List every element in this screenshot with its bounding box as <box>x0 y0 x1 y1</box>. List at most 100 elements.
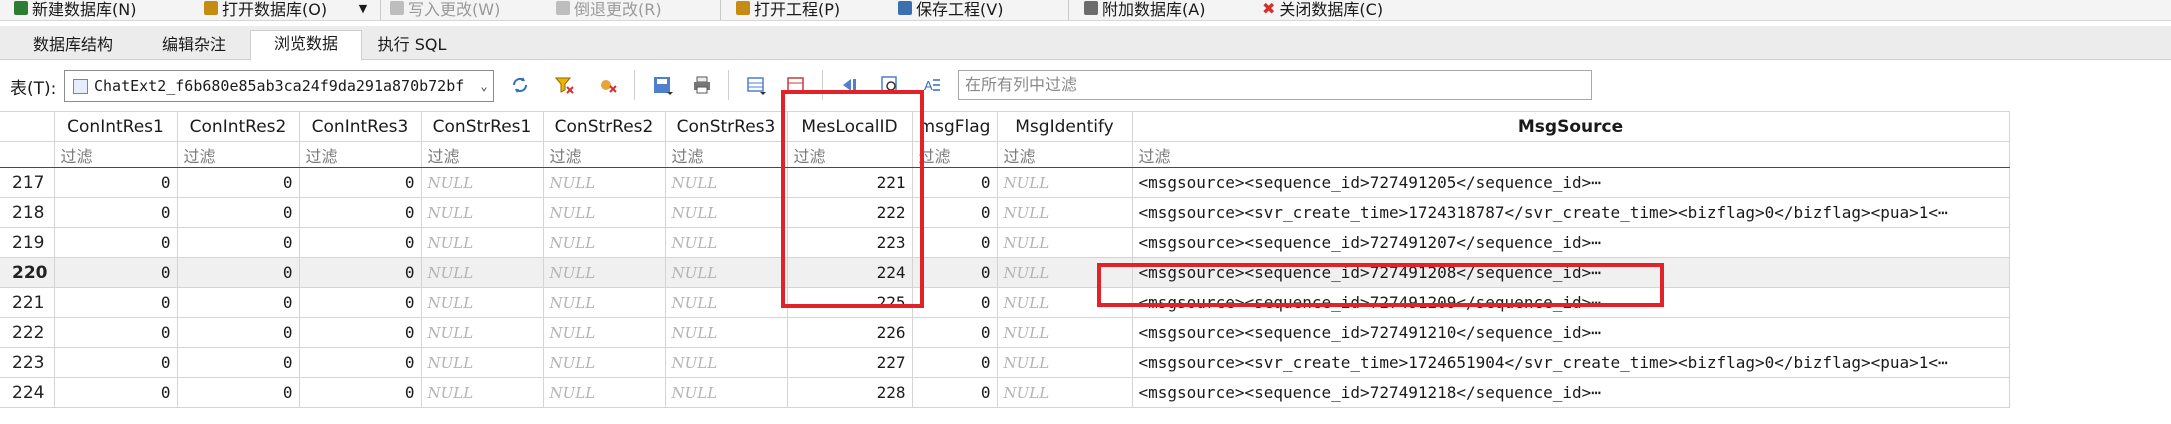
cell-conintres2[interactable]: 0 <box>176 167 300 198</box>
cell-constrres1[interactable]: NULL <box>420 347 544 378</box>
cell-constrres1[interactable]: NULL <box>420 197 544 228</box>
find-record-icon[interactable] <box>879 74 901 96</box>
new-database-button[interactable]: 新建数据库(N) <box>14 0 136 20</box>
tab-browse-data[interactable]: 浏览数据 <box>250 30 362 61</box>
tab-database-structure[interactable]: 数据库结构 <box>8 32 138 59</box>
column-header-msgidentify[interactable]: MsgIdentify <box>996 111 1133 142</box>
row-number[interactable]: 220 <box>0 257 55 288</box>
cell-conintres3[interactable]: 0 <box>298 377 422 408</box>
cell-msgsource[interactable]: <msgsource><sequence_id>727491205</seque… <box>1131 167 2010 198</box>
cell-constrres2[interactable]: NULL <box>542 257 666 288</box>
cell-conintres3[interactable]: 0 <box>298 287 422 318</box>
cell-msgsource[interactable]: <msgsource><svr_create_time>1724651904</… <box>1131 347 2010 378</box>
cell-msgidentify[interactable]: NULL <box>996 347 1133 378</box>
filter-input-msgflag[interactable]: 过滤 <box>911 141 998 168</box>
cell-msgidentify[interactable]: NULL <box>996 197 1133 228</box>
cell-msgflag[interactable]: 0 <box>911 347 998 378</box>
cell-constrres2[interactable]: NULL <box>542 317 666 348</box>
cell-conintres1[interactable]: 0 <box>53 257 178 288</box>
row-number[interactable]: 222 <box>0 317 55 348</box>
cell-conintres3[interactable]: 0 <box>298 347 422 378</box>
cell-constrres2[interactable]: NULL <box>542 167 666 198</box>
cell-constrres1[interactable]: NULL <box>420 167 544 198</box>
first-record-icon[interactable] <box>839 74 861 96</box>
cell-msgidentify[interactable]: NULL <box>996 167 1133 198</box>
table-row[interactable]: 223 0 0 0 NULL NULL NULL 227 0 NULL <msgsource><sv… <box>0 347 2010 378</box>
cell-constrres3[interactable]: NULL <box>664 197 788 228</box>
column-header-conintres3[interactable]: ConIntRes3 <box>298 111 422 142</box>
open-database-button[interactable]: 打开数据库(O) <box>204 0 327 20</box>
cell-constrres2[interactable]: NULL <box>542 347 666 378</box>
filter-input-constrres1[interactable]: 过滤 <box>420 141 544 168</box>
cell-meslocalid[interactable]: 228 <box>786 377 913 408</box>
cell-msgflag[interactable]: 0 <box>911 317 998 348</box>
column-header-conintres1[interactable]: ConIntRes1 <box>53 111 178 142</box>
row-number[interactable]: 218 <box>0 197 55 228</box>
cell-constrres3[interactable]: NULL <box>664 317 788 348</box>
cell-msgidentify[interactable]: NULL <box>996 287 1133 318</box>
table-row[interactable]: 221 0 0 0 NULL NULL NULL 225 0 NULL <msgsource><se… <box>0 287 2010 318</box>
cell-constrres3[interactable]: NULL <box>664 167 788 198</box>
column-header-constrres1[interactable]: ConStrRes1 <box>420 111 544 142</box>
cell-constrres3[interactable]: NULL <box>664 257 788 288</box>
cell-conintres2[interactable]: 0 <box>176 317 300 348</box>
tab-edit-pragmas[interactable]: 编辑杂注 <box>140 32 248 59</box>
cell-meslocalid[interactable]: 224 <box>786 257 913 288</box>
cell-conintres3[interactable]: 0 <box>298 197 422 228</box>
cell-meslocalid[interactable]: 221 <box>786 167 913 198</box>
cell-constrres2[interactable]: NULL <box>542 377 666 408</box>
cell-msgsource[interactable]: <msgsource><svr_create_time>1724318787</… <box>1131 197 2010 228</box>
cell-msgidentify[interactable]: NULL <box>996 377 1133 408</box>
cell-constrres3[interactable]: NULL <box>664 377 788 408</box>
filter-all-columns-input[interactable]: 在所有列中过滤 <box>958 70 1592 100</box>
close-database-button[interactable]: ✖ 关闭数据库(C) <box>1262 0 1383 20</box>
cell-constrres2[interactable]: NULL <box>542 227 666 258</box>
cell-conintres1[interactable]: 0 <box>53 347 178 378</box>
cell-conintres1[interactable]: 0 <box>53 377 178 408</box>
table-row[interactable]: 218 0 0 0 NULL NULL NULL 222 0 NULL <msgsource><sv… <box>0 197 2010 228</box>
write-changes-button[interactable]: 写入更改(W) <box>390 0 500 20</box>
cell-msgflag[interactable]: 0 <box>911 287 998 318</box>
row-number[interactable]: 224 <box>0 377 55 408</box>
filter-input-conintres3[interactable]: 过滤 <box>298 141 422 168</box>
cell-conintres2[interactable]: 0 <box>176 347 300 378</box>
filter-input-conintres1[interactable]: 过滤 <box>53 141 178 168</box>
cell-constrres1[interactable]: NULL <box>420 287 544 318</box>
cell-constrres1[interactable]: NULL <box>420 227 544 258</box>
cell-conintres2[interactable]: 0 <box>176 377 300 408</box>
cell-msgsource[interactable]: <msgsource><sequence_id>727491208</seque… <box>1131 257 2010 288</box>
row-number[interactable]: 217 <box>0 167 55 198</box>
cell-constrres1[interactable]: NULL <box>420 317 544 348</box>
save-table-icon[interactable] <box>651 74 673 96</box>
cell-constrres2[interactable]: NULL <box>542 197 666 228</box>
column-header-msgflag[interactable]: msgFlag <box>911 111 998 142</box>
row-number[interactable]: 221 <box>0 287 55 318</box>
row-number[interactable]: 219 <box>0 227 55 258</box>
cell-conintres1[interactable]: 0 <box>53 287 178 318</box>
cell-conintres3[interactable]: 0 <box>298 257 422 288</box>
filter-input-msgidentify[interactable]: 过滤 <box>996 141 1133 168</box>
insert-record-icon[interactable] <box>745 74 767 96</box>
cell-msgflag[interactable]: 0 <box>911 377 998 408</box>
cell-conintres3[interactable]: 0 <box>298 167 422 198</box>
cell-msgsource[interactable]: <msgsource><sequence_id>727491207</seque… <box>1131 227 2010 258</box>
cell-msgflag[interactable]: 0 <box>911 197 998 228</box>
open-database-dropdown[interactable]: ▼ <box>356 0 370 20</box>
attach-database-button[interactable]: 附加数据库(A) <box>1084 0 1205 20</box>
table-select[interactable]: ChatExt2_f6b680e85ab3ca24f9da291a870b72b… <box>64 70 494 102</box>
cell-meslocalid[interactable]: 222 <box>786 197 913 228</box>
save-project-button[interactable]: 保存工程(V) <box>898 0 1003 20</box>
row-number[interactable]: 223 <box>0 347 55 378</box>
cell-conintres3[interactable]: 0 <box>298 317 422 348</box>
cell-conintres1[interactable]: 0 <box>53 197 178 228</box>
clear-filters-icon[interactable] <box>553 74 575 96</box>
cell-constrres1[interactable]: NULL <box>420 377 544 408</box>
cell-msgflag[interactable]: 0 <box>911 257 998 288</box>
cell-constrres3[interactable]: NULL <box>664 287 788 318</box>
table-row[interactable]: 220 0 0 0 NULL NULL NULL 224 0 NULL <msgsource><se… <box>0 257 2010 288</box>
filter-input-meslocalid[interactable]: 过滤 <box>786 141 913 168</box>
column-header-msgsource[interactable]: MsgSource <box>1131 111 2010 142</box>
refresh-icon[interactable] <box>509 74 531 96</box>
filter-input-conintres2[interactable]: 过滤 <box>176 141 300 168</box>
cell-conintres2[interactable]: 0 <box>176 287 300 318</box>
